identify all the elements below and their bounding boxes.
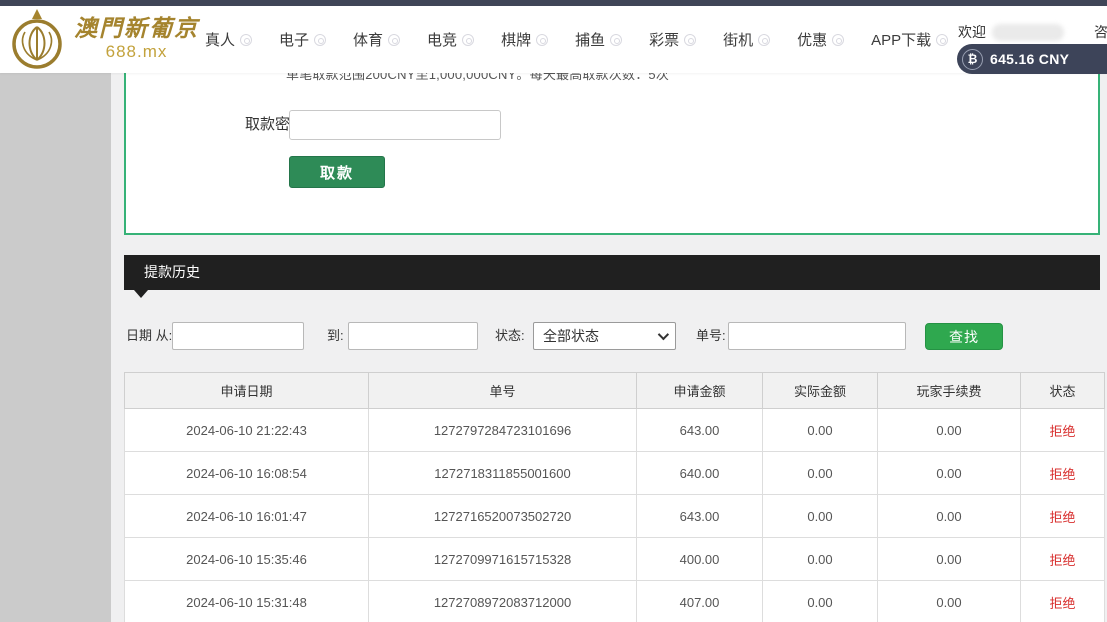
date-to-label: 到:	[327, 322, 344, 350]
brand-domain: 688.mx	[74, 42, 199, 62]
service-link-partial[interactable]: 咨	[1094, 22, 1107, 42]
bitcoin-icon: ₿	[962, 49, 983, 70]
nav-dropdown-icon	[832, 34, 844, 46]
nav-item-live[interactable]: 真人	[205, 29, 252, 50]
nav-item-chess[interactable]: 棋牌	[501, 29, 548, 50]
chevron-down-icon	[658, 329, 669, 340]
order-number-input[interactable]	[728, 322, 906, 350]
table-row: 2024-06-10 16:01:47 1272716520073502720 …	[125, 495, 1105, 538]
nav-item-arcade[interactable]: 街机	[723, 29, 770, 50]
status-badge: 拒绝	[1021, 495, 1105, 538]
date-from-input[interactable]	[172, 322, 304, 350]
nav-dropdown-icon	[462, 34, 474, 46]
nav-dropdown-icon	[936, 34, 948, 46]
status-badge: 拒绝	[1021, 409, 1105, 452]
balance-pill[interactable]: ₿ 645.16 CNY	[957, 44, 1107, 74]
table-row: 2024-06-10 16:08:54 1272718311855001600 …	[125, 452, 1105, 495]
withdraw-password-input[interactable]	[289, 110, 501, 140]
status-badge: 拒绝	[1021, 538, 1105, 581]
col-apply-date: 申请日期	[125, 373, 369, 409]
date-to-input[interactable]	[348, 322, 478, 350]
left-gray-strip	[0, 73, 111, 622]
table-row: 2024-06-10 15:35:46 1272709971615715328 …	[125, 538, 1105, 581]
order-number-label: 单号:	[696, 322, 726, 350]
username-redacted	[992, 24, 1064, 41]
withdrawal-page: { "header": { "brand_name": "澳門新葡京", "br…	[0, 0, 1107, 622]
site-header: 澳門新葡京 688.mx 真人 电子 体育 电竞 棋牌 捕鱼 彩票 街机 优惠 …	[0, 6, 1107, 73]
search-button[interactable]: 查找	[925, 323, 1003, 350]
withdrawal-history-table: 申请日期 单号 申请金额 实际金额 玩家手续费 状态 2024-06-10 21…	[124, 372, 1104, 622]
col-apply-amount: 申请金额	[637, 373, 763, 409]
main-nav: 真人 电子 体育 电竞 棋牌 捕鱼 彩票 街机 优惠 APP下载	[205, 6, 948, 73]
balance-amount: 645.16 CNY	[990, 51, 1069, 67]
status-select[interactable]: 全部状态	[533, 322, 676, 350]
brand-emblem-icon	[8, 8, 66, 70]
status-label: 状态:	[495, 322, 525, 350]
nav-item-sports[interactable]: 体育	[353, 29, 400, 50]
nav-dropdown-icon	[240, 34, 252, 46]
status-select-value: 全部状态	[543, 326, 599, 346]
col-actual-amount: 实际金额	[763, 373, 878, 409]
date-from-label: 日期 从:	[126, 322, 172, 350]
history-bar-arrow	[134, 290, 148, 298]
nav-item-app-download[interactable]: APP下载	[871, 29, 948, 50]
nav-item-slots[interactable]: 电子	[279, 29, 326, 50]
status-badge: 拒绝	[1021, 452, 1105, 495]
welcome-text: 欢迎	[958, 22, 1064, 42]
nav-dropdown-icon	[684, 34, 696, 46]
col-player-fee: 玩家手续费	[878, 373, 1021, 409]
nav-item-promos[interactable]: 优惠	[797, 29, 844, 50]
top-dark-strip	[0, 0, 1107, 6]
table-row: 2024-06-10 15:31:48 1272708972083712000 …	[125, 581, 1105, 622]
brand-name: 澳門新葡京	[74, 16, 199, 42]
table-header-row: 申请日期 单号 申请金额 实际金额 玩家手续费 状态	[125, 373, 1105, 409]
nav-dropdown-icon	[536, 34, 548, 46]
brand-logo[interactable]: 澳門新葡京 688.mx	[8, 8, 199, 70]
nav-dropdown-icon	[758, 34, 770, 46]
nav-dropdown-icon	[314, 34, 326, 46]
history-filters: 日期 从: 到: 状态: 全部状态 单号: 查找	[124, 322, 1100, 350]
col-status: 状态	[1021, 373, 1105, 409]
nav-dropdown-icon	[610, 34, 622, 46]
withdraw-submit-button[interactable]: 取款	[289, 156, 385, 188]
history-title-bar: 提款历史	[124, 255, 1100, 290]
nav-item-esports[interactable]: 电竞	[427, 29, 474, 50]
nav-item-fishing[interactable]: 捕鱼	[575, 29, 622, 50]
status-badge: 拒绝	[1021, 581, 1105, 622]
nav-item-lottery[interactable]: 彩票	[649, 29, 696, 50]
nav-dropdown-icon	[388, 34, 400, 46]
col-order-number: 单号	[369, 373, 637, 409]
table-row: 2024-06-10 21:22:43 1272797284723101696 …	[125, 409, 1105, 452]
